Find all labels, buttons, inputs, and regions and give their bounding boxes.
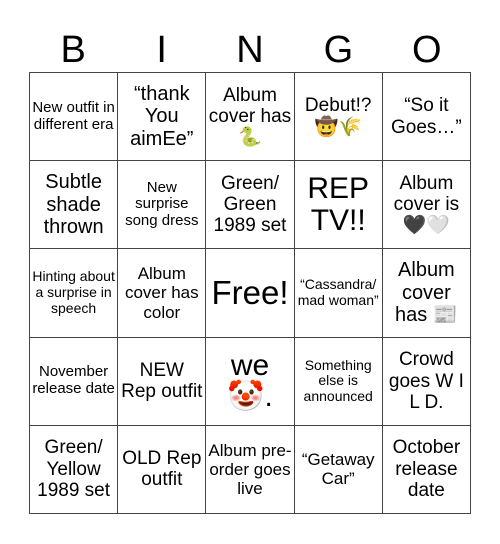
bingo-board: New outfit in different era “thank You a… xyxy=(29,72,471,514)
header-letter-g: G xyxy=(323,29,354,71)
bingo-cell[interactable]: “So it Goes…” xyxy=(382,73,471,162)
bingo-cell[interactable]: we 🤡. xyxy=(206,337,295,426)
bingo-cell[interactable]: New surprise song dress xyxy=(118,161,207,250)
header-letter-i: I xyxy=(156,29,167,71)
bingo-cell[interactable]: “Getaway Car” xyxy=(294,425,383,514)
bingo-cell[interactable]: “thank You aimEe” xyxy=(118,73,207,162)
bingo-cell[interactable]: Album cover has color xyxy=(118,249,207,338)
free-space[interactable]: Free! xyxy=(206,249,295,338)
bingo-cell[interactable]: Something else is announced xyxy=(294,337,383,426)
header-letter-n: N xyxy=(236,29,264,71)
bingo-header: B I N G O xyxy=(29,28,471,72)
bingo-cell[interactable]: October release date xyxy=(382,425,471,514)
bingo-cell[interactable]: Album cover has 🐍 xyxy=(206,73,295,162)
header-letter-o: O xyxy=(412,29,442,71)
bingo-cell[interactable]: “Cassandra/ mad woman” xyxy=(294,249,383,338)
bingo-cell[interactable]: Album pre-order goes live xyxy=(206,425,295,514)
bingo-cell[interactable]: NEW Rep outfit xyxy=(118,337,207,426)
bingo-cell[interactable]: November release date xyxy=(30,337,119,426)
bingo-cell[interactable]: REP TV!! xyxy=(294,161,383,250)
bingo-cell[interactable]: Debut!? 🤠🌾 xyxy=(294,73,383,162)
bingo-cell[interactable]: New outfit in different era xyxy=(30,73,119,162)
bingo-cell[interactable]: Album cover has 📰 xyxy=(382,249,471,338)
bingo-cell[interactable]: Green/ Green 1989 set xyxy=(206,161,295,250)
bingo-cell[interactable]: Hinting about a surprise in speech xyxy=(30,249,119,338)
bingo-cell[interactable]: Album cover is 🖤🤍 xyxy=(382,161,471,250)
header-letter-b: B xyxy=(60,29,86,71)
bingo-cell[interactable]: Subtle shade thrown xyxy=(30,161,119,250)
bingo-cell[interactable]: Crowd goes W I L D. xyxy=(382,337,471,426)
bingo-cell[interactable]: OLD Rep outfit xyxy=(118,425,207,514)
bingo-cell[interactable]: Green/ Yellow 1989 set xyxy=(30,425,119,514)
